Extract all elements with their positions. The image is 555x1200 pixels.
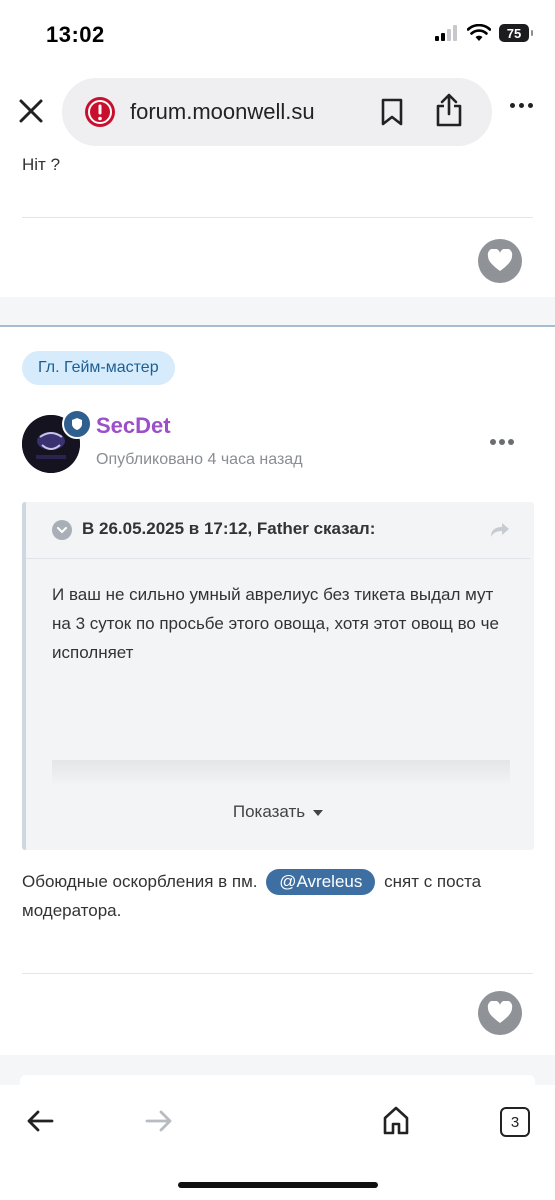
tabs-button[interactable]: 3	[500, 1107, 530, 1137]
quote-header: В 26.05.2025 в 17:12, Father сказал:	[26, 502, 530, 559]
shield-icon	[72, 418, 82, 430]
next-post-card	[20, 1075, 535, 1085]
divider	[22, 217, 533, 218]
insecure-warning-icon[interactable]	[84, 96, 116, 128]
status-bar: 13:02 75	[0, 0, 555, 70]
like-button[interactable]	[478, 991, 522, 1035]
url-text[interactable]: forum.moonwell.su	[130, 99, 315, 125]
like-button[interactable]	[478, 239, 522, 283]
browser-bottom-bar: 3	[0, 1085, 555, 1200]
battery-icon: 75	[499, 24, 533, 42]
signal-icon	[435, 25, 457, 41]
quote-expand-label: Показать	[232, 802, 306, 821]
chevron-down-icon	[57, 526, 67, 533]
previous-post-card: Ніт ?	[0, 155, 555, 297]
dot	[508, 439, 514, 445]
post-menu-button[interactable]	[490, 439, 514, 445]
address-bar[interactable]: forum.moonwell.su	[62, 78, 492, 146]
user-mention[interactable]: @Avreleus	[266, 869, 376, 895]
post-time[interactable]: Опубликовано 4 часа назад	[96, 451, 303, 469]
post-card: Гл. Гейм-мастер SecDet Опубликовано 4 ча…	[0, 325, 555, 1055]
browser-toolbar: forum.moonwell.su	[0, 70, 555, 155]
caret-down-icon	[313, 809, 324, 816]
go-to-quote-icon[interactable]	[490, 522, 510, 538]
quote-collapse-button[interactable]	[52, 520, 72, 540]
quote-block: В 26.05.2025 в 17:12, Father сказал: И в…	[22, 502, 534, 850]
dot	[510, 103, 515, 108]
quote-title: В 26.05.2025 в 17:12, Father сказал:	[82, 519, 376, 538]
dot	[490, 439, 496, 445]
dot	[519, 103, 524, 108]
close-icon[interactable]	[18, 98, 44, 124]
home-indicator	[178, 1182, 378, 1188]
dot	[528, 103, 533, 108]
heart-icon	[487, 249, 513, 271]
browser-menu-button[interactable]	[510, 103, 533, 108]
forward-arrow-icon[interactable]	[145, 1109, 173, 1133]
clock: 13:02	[46, 22, 105, 47]
moderator-badge	[62, 409, 92, 439]
bookmark-icon[interactable]	[380, 98, 404, 126]
post-text-before: Обоюдные оскорбления в пм.	[22, 872, 258, 891]
post-body: Обоюдные оскорбления в пм. @Avreleus сня…	[22, 867, 537, 925]
heart-icon	[487, 1001, 513, 1023]
previous-post-text: Ніт ?	[22, 155, 61, 174]
page-content: Ніт ? Гл. Гейм-мастер SecDet Опубликован	[0, 155, 555, 1085]
home-icon[interactable]	[382, 1105, 410, 1135]
divider	[22, 973, 533, 974]
share-icon[interactable]	[434, 92, 464, 128]
quote-expand-button[interactable]: Показать	[26, 802, 530, 822]
quote-text: И ваш не сильно умный аврелиус без тикет…	[52, 585, 499, 662]
quote-fade	[52, 760, 510, 786]
post-author[interactable]: SecDet	[96, 413, 171, 439]
dot	[499, 439, 505, 445]
back-arrow-icon[interactable]	[26, 1109, 54, 1133]
wifi-icon	[467, 24, 491, 41]
role-badge: Гл. Гейм-мастер	[22, 351, 175, 385]
status-icons: 75	[435, 24, 533, 42]
